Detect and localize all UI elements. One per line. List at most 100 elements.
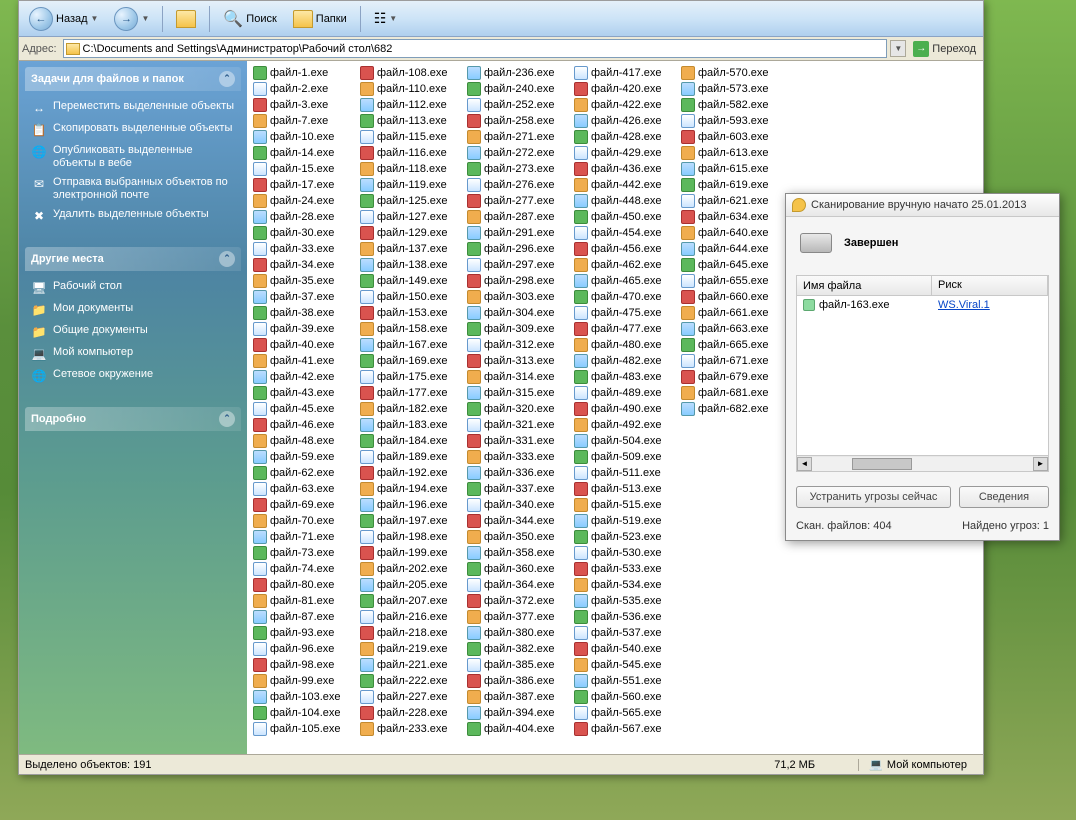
- file-item[interactable]: файл-240.exe: [465, 81, 572, 97]
- file-item[interactable]: файл-593.exe: [679, 113, 786, 129]
- file-item[interactable]: файл-233.exe: [358, 721, 465, 737]
- file-item[interactable]: файл-271.exe: [465, 129, 572, 145]
- file-item[interactable]: файл-344.exe: [465, 513, 572, 529]
- file-item[interactable]: файл-320.exe: [465, 401, 572, 417]
- file-item[interactable]: файл-640.exe: [679, 225, 786, 241]
- threat-row[interactable]: файл-163.exeWS.Viral.1: [797, 296, 1048, 314]
- file-item[interactable]: файл-153.exe: [358, 305, 465, 321]
- file-item[interactable]: файл-533.exe: [572, 561, 679, 577]
- file-item[interactable]: файл-198.exe: [358, 529, 465, 545]
- file-item[interactable]: файл-35.exe: [251, 273, 358, 289]
- file-item[interactable]: файл-41.exe: [251, 353, 358, 369]
- file-item[interactable]: файл-422.exe: [572, 97, 679, 113]
- file-item[interactable]: файл-103.exe: [251, 689, 358, 705]
- go-button[interactable]: → Переход: [909, 41, 980, 57]
- file-item[interactable]: файл-273.exe: [465, 161, 572, 177]
- file-item[interactable]: файл-182.exe: [358, 401, 465, 417]
- file-item[interactable]: файл-28.exe: [251, 209, 358, 225]
- sidebar-panel-header[interactable]: Задачи для файлов и папок⌃: [25, 67, 241, 91]
- file-item[interactable]: файл-73.exe: [251, 545, 358, 561]
- file-item[interactable]: файл-137.exe: [358, 241, 465, 257]
- file-item[interactable]: файл-207.exe: [358, 593, 465, 609]
- file-item[interactable]: файл-387.exe: [465, 689, 572, 705]
- scroll-left-button[interactable]: ◄: [797, 457, 812, 471]
- file-item[interactable]: файл-296.exe: [465, 241, 572, 257]
- file-item[interactable]: файл-509.exe: [572, 449, 679, 465]
- file-item[interactable]: файл-358.exe: [465, 545, 572, 561]
- file-item[interactable]: файл-39.exe: [251, 321, 358, 337]
- file-item[interactable]: файл-567.exe: [572, 721, 679, 737]
- search-button[interactable]: Поиск: [217, 6, 282, 32]
- sidebar-panel-header[interactable]: Другие места⌃: [25, 247, 241, 271]
- file-item[interactable]: файл-613.exe: [679, 145, 786, 161]
- file-item[interactable]: файл-420.exe: [572, 81, 679, 97]
- file-item[interactable]: файл-93.exe: [251, 625, 358, 641]
- file-item[interactable]: файл-167.exe: [358, 337, 465, 353]
- file-item[interactable]: файл-119.exe: [358, 177, 465, 193]
- file-item[interactable]: файл-98.exe: [251, 657, 358, 673]
- file-item[interactable]: файл-236.exe: [465, 65, 572, 81]
- forward-button[interactable]: → ▼: [108, 4, 155, 34]
- file-item[interactable]: файл-96.exe: [251, 641, 358, 657]
- sidebar-panel-header[interactable]: Подробно⌃: [25, 407, 241, 431]
- file-item[interactable]: файл-454.exe: [572, 225, 679, 241]
- file-item[interactable]: файл-681.exe: [679, 385, 786, 401]
- file-item[interactable]: файл-46.exe: [251, 417, 358, 433]
- views-button[interactable]: ☷ ▼: [368, 7, 403, 30]
- file-item[interactable]: файл-113.exe: [358, 113, 465, 129]
- file-item[interactable]: файл-99.exe: [251, 673, 358, 689]
- file-item[interactable]: файл-150.exe: [358, 289, 465, 305]
- file-item[interactable]: файл-14.exe: [251, 145, 358, 161]
- file-item[interactable]: файл-331.exe: [465, 433, 572, 449]
- folders-button[interactable]: Папки: [287, 7, 353, 31]
- file-item[interactable]: файл-303.exe: [465, 289, 572, 305]
- file-item[interactable]: файл-540.exe: [572, 641, 679, 657]
- file-item[interactable]: файл-615.exe: [679, 161, 786, 177]
- file-item[interactable]: файл-112.exe: [358, 97, 465, 113]
- horizontal-scrollbar[interactable]: ◄ ►: [797, 455, 1048, 471]
- file-item[interactable]: файл-655.exe: [679, 273, 786, 289]
- file-item[interactable]: файл-340.exe: [465, 497, 572, 513]
- file-item[interactable]: файл-33.exe: [251, 241, 358, 257]
- file-item[interactable]: файл-321.exe: [465, 417, 572, 433]
- scroll-track[interactable]: [812, 457, 1033, 471]
- sidebar-item[interactable]: ✉Отправка выбранных объектов по электрон…: [29, 173, 237, 205]
- file-item[interactable]: файл-530.exe: [572, 545, 679, 561]
- file-item[interactable]: файл-158.exe: [358, 321, 465, 337]
- file-item[interactable]: файл-80.exe: [251, 577, 358, 593]
- file-item[interactable]: файл-634.exe: [679, 209, 786, 225]
- file-item[interactable]: файл-87.exe: [251, 609, 358, 625]
- file-item[interactable]: файл-175.exe: [358, 369, 465, 385]
- file-item[interactable]: файл-24.exe: [251, 193, 358, 209]
- file-item[interactable]: файл-169.exe: [358, 353, 465, 369]
- file-item[interactable]: файл-110.exe: [358, 81, 465, 97]
- file-item[interactable]: файл-492.exe: [572, 417, 679, 433]
- file-item[interactable]: файл-149.exe: [358, 273, 465, 289]
- file-item[interactable]: файл-377.exe: [465, 609, 572, 625]
- file-item[interactable]: файл-10.exe: [251, 129, 358, 145]
- file-item[interactable]: файл-462.exe: [572, 257, 679, 273]
- file-item[interactable]: файл-450.exe: [572, 209, 679, 225]
- file-item[interactable]: файл-63.exe: [251, 481, 358, 497]
- file-item[interactable]: файл-184.exe: [358, 433, 465, 449]
- file-item[interactable]: файл-536.exe: [572, 609, 679, 625]
- file-item[interactable]: файл-37.exe: [251, 289, 358, 305]
- file-item[interactable]: файл-291.exe: [465, 225, 572, 241]
- file-item[interactable]: файл-62.exe: [251, 465, 358, 481]
- file-item[interactable]: файл-129.exe: [358, 225, 465, 241]
- file-item[interactable]: файл-127.exe: [358, 209, 465, 225]
- file-item[interactable]: файл-216.exe: [358, 609, 465, 625]
- file-item[interactable]: файл-663.exe: [679, 321, 786, 337]
- file-item[interactable]: файл-682.exe: [679, 401, 786, 417]
- file-item[interactable]: файл-603.exe: [679, 129, 786, 145]
- file-item[interactable]: файл-304.exe: [465, 305, 572, 321]
- file-item[interactable]: файл-108.exe: [358, 65, 465, 81]
- file-item[interactable]: файл-573.exe: [679, 81, 786, 97]
- file-item[interactable]: файл-364.exe: [465, 577, 572, 593]
- file-item[interactable]: файл-104.exe: [251, 705, 358, 721]
- file-item[interactable]: файл-582.exe: [679, 97, 786, 113]
- file-item[interactable]: файл-442.exe: [572, 177, 679, 193]
- file-item[interactable]: файл-118.exe: [358, 161, 465, 177]
- file-item[interactable]: файл-287.exe: [465, 209, 572, 225]
- sidebar-item[interactable]: ✖Удалить выделенные объекты: [29, 205, 237, 227]
